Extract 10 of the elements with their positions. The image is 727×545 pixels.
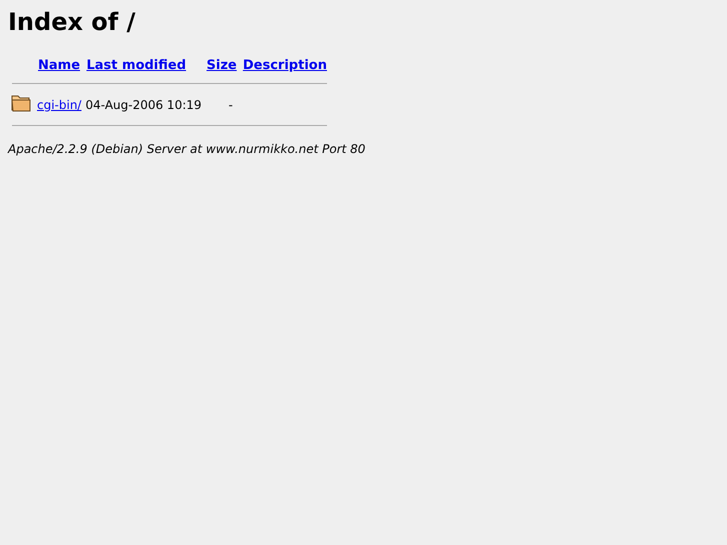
page-title: Index of / — [8, 8, 136, 36]
modified-date: 04-Aug-2006 10:19 — [85, 98, 202, 112]
file-size: - — [228, 98, 233, 112]
column-sort-link[interactable]: Name — [38, 58, 80, 73]
column-sort-link[interactable]: Last modified — [86, 58, 186, 73]
server-signature: Apache/2.2.9 (Debian) Server at www.nurmikko.net Port 80 — [8, 142, 366, 156]
file-link[interactable]: cgi-bin/ — [37, 98, 82, 112]
folder-icon — [11, 94, 31, 112]
column-sort-link[interactable]: Size — [206, 58, 237, 73]
column-sort-link[interactable]: Description — [242, 58, 327, 73]
